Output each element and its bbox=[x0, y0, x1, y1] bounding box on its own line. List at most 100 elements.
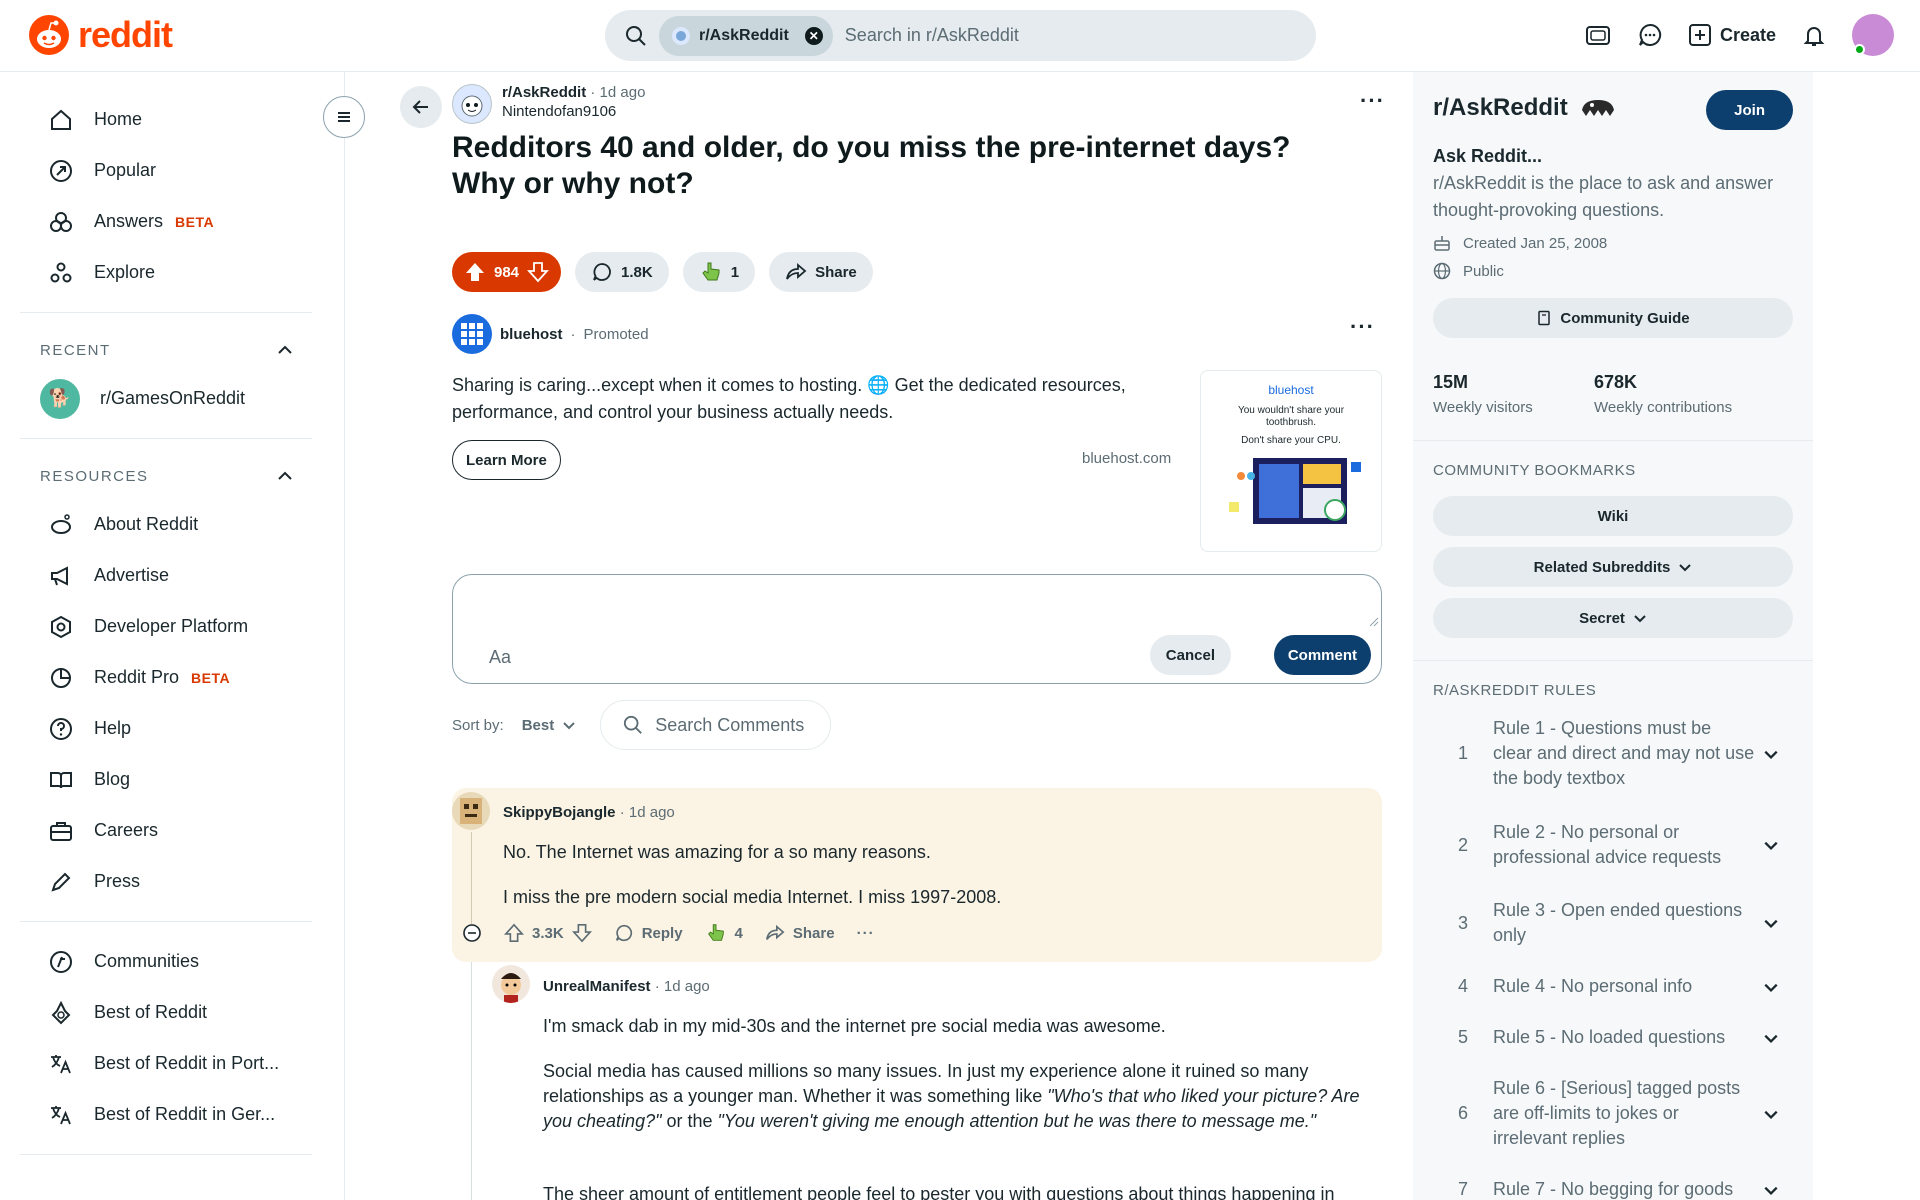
header-actions: Create bbox=[1584, 14, 1894, 56]
formatting-toggle[interactable]: Aa bbox=[489, 647, 511, 668]
comment-actions: 3.3K Reply 4 Share ··· bbox=[462, 922, 875, 944]
sidebar-item-answers[interactable]: Answers BETA bbox=[0, 196, 344, 247]
collapse-thread-icon[interactable] bbox=[462, 923, 482, 943]
subreddit-avatar[interactable] bbox=[452, 84, 492, 124]
sidebar-item-best-of-reddit[interactable]: Best of Reddit bbox=[0, 987, 344, 1038]
back-button[interactable] bbox=[400, 86, 442, 128]
chevron-down-icon bbox=[1763, 1182, 1779, 1198]
upvote-icon[interactable] bbox=[504, 923, 524, 943]
comments-button[interactable]: 1.8K bbox=[575, 252, 669, 292]
comment-award-button[interactable]: 4 bbox=[705, 922, 743, 944]
post-author[interactable]: Nintendofan9106 bbox=[502, 103, 645, 120]
rule-item[interactable]: 6 Rule 6 - [Serious] tagged posts are of… bbox=[1433, 1076, 1793, 1151]
top-header: reddit r/AskReddit ✕ Create bbox=[0, 0, 1920, 72]
comment-author[interactable]: SkippyBojangle bbox=[503, 804, 616, 821]
search-scope-chip[interactable]: r/AskReddit ✕ bbox=[659, 15, 833, 56]
rule-item[interactable]: 3 Rule 3 - Open ended questions only bbox=[1433, 898, 1793, 948]
bookmark-related-subreddits-button[interactable]: Related Subreddits bbox=[1433, 547, 1793, 587]
rule-item[interactable]: 7 Rule 7 - No begging for goods bbox=[1433, 1177, 1793, 1200]
sidebar-item-communities[interactable]: Communities bbox=[0, 936, 344, 987]
resize-handle-icon[interactable] bbox=[1369, 617, 1379, 627]
sidebar-item-gamesonreddit[interactable]: 🐕 r/GamesOnReddit bbox=[0, 373, 344, 424]
clear-scope-icon[interactable]: ✕ bbox=[804, 26, 823, 45]
share-button[interactable]: Share bbox=[769, 252, 873, 292]
section-title: RESOURCES bbox=[40, 467, 149, 485]
comment-body-p3: The sheer amount of entitlement people f… bbox=[543, 1184, 1335, 1200]
sidebar-item-about[interactable]: About Reddit bbox=[0, 499, 344, 550]
comment-submit-button[interactable]: Comment bbox=[1273, 635, 1371, 675]
search-bar[interactable]: r/AskReddit ✕ bbox=[605, 10, 1316, 61]
rule-item[interactable]: 2 Rule 2 - No personal or professional a… bbox=[1433, 820, 1793, 870]
sidebar-item-blog[interactable]: Blog bbox=[0, 754, 344, 805]
downvote-icon[interactable] bbox=[571, 923, 592, 943]
bluehost-logo-icon[interactable] bbox=[452, 314, 492, 354]
plus-icon bbox=[1688, 23, 1712, 47]
post-more-options-icon[interactable]: ··· bbox=[1360, 88, 1385, 114]
comment-author[interactable]: UnrealManifest bbox=[543, 978, 651, 995]
resources-section-header[interactable]: RESOURCES bbox=[0, 453, 344, 499]
community-name[interactable]: r/AskReddit bbox=[1433, 94, 1568, 122]
user-avatar[interactable] bbox=[1852, 14, 1894, 56]
rule-item[interactable]: 5 Rule 5 - No loaded questions bbox=[1433, 1025, 1793, 1050]
comment-composer[interactable]: Aa Cancel Comment bbox=[452, 574, 1382, 684]
join-button[interactable]: Join bbox=[1706, 90, 1793, 130]
weekly-visitors-label: Weekly visitors bbox=[1433, 399, 1533, 416]
sort-dropdown[interactable]: Best bbox=[522, 717, 577, 734]
meta-separator: · bbox=[590, 84, 596, 101]
bookmark-secret-button[interactable]: Secret bbox=[1433, 598, 1793, 638]
sidebar-item-press[interactable]: Press bbox=[0, 856, 344, 907]
beta-badge: BETA bbox=[175, 213, 215, 230]
sidebar-item-advertise[interactable]: Advertise bbox=[0, 550, 344, 601]
sidebar-item-label: Best of Reddit in Ger... bbox=[94, 1104, 276, 1124]
reddit-logo[interactable]: reddit bbox=[28, 14, 173, 56]
learn-more-button[interactable]: Learn More bbox=[452, 440, 561, 480]
sidebar-item-label: Blog bbox=[94, 769, 131, 789]
notification-bell-icon[interactable] bbox=[1800, 21, 1828, 49]
cancel-button[interactable]: Cancel bbox=[1149, 635, 1231, 675]
share-icon bbox=[765, 923, 785, 943]
comment-share-button[interactable]: Share bbox=[765, 923, 835, 943]
ad-image[interactable]: bluehost You wouldn't share your toothbr… bbox=[1200, 370, 1382, 552]
bookmark-wiki-button[interactable]: Wiki bbox=[1433, 496, 1793, 536]
sidebar-item-developer-platform[interactable]: Developer Platform bbox=[0, 601, 344, 652]
sidebar-item-careers[interactable]: Careers bbox=[0, 805, 344, 856]
comment-body-p1: I'm smack dab in my mid-30s and the inte… bbox=[543, 1016, 1166, 1036]
ad-domain[interactable]: bluehost.com bbox=[1082, 450, 1171, 467]
sidebar-item-help[interactable]: Help bbox=[0, 703, 344, 754]
commenter-avatar[interactable] bbox=[492, 965, 530, 1003]
sidebar-item-best-of-reddit-german[interactable]: Best of Reddit in Ger... bbox=[0, 1089, 344, 1140]
sidebar-item-reddit-pro[interactable]: Reddit Pro BETA bbox=[0, 652, 344, 703]
arrow-left-icon bbox=[411, 97, 431, 117]
chevron-down-icon bbox=[1763, 915, 1779, 931]
collapse-sidebar-button[interactable] bbox=[323, 96, 365, 138]
sidebar-item-label: About Reddit bbox=[94, 514, 199, 534]
recent-section-header[interactable]: RECENT bbox=[0, 327, 344, 373]
sidebar-item-best-of-reddit-portuguese[interactable]: Best of Reddit in Port... bbox=[0, 1038, 344, 1089]
ad-more-options-icon[interactable]: ··· bbox=[1350, 314, 1375, 340]
rule-item[interactable]: 1 Rule 1 - Questions must be clear and d… bbox=[1433, 716, 1793, 791]
award-button[interactable]: 1 bbox=[682, 252, 756, 292]
sidebar-item-home[interactable]: Home bbox=[0, 94, 344, 145]
created-date: Created Jan 25, 2008 bbox=[1463, 234, 1608, 252]
search-input[interactable] bbox=[844, 25, 1245, 46]
ad-advertiser[interactable]: bluehost bbox=[500, 326, 563, 343]
downvote-icon[interactable] bbox=[527, 261, 550, 283]
reply-button[interactable]: Reply bbox=[614, 923, 683, 943]
search-comments-input[interactable]: Search Comments bbox=[600, 700, 832, 750]
commenter-avatar[interactable] bbox=[452, 792, 490, 830]
ad-promoted-label: Promoted bbox=[583, 325, 649, 343]
community-guide-button[interactable]: Community Guide bbox=[1433, 298, 1793, 338]
comment-icon bbox=[614, 923, 634, 943]
comment-more-options-icon[interactable]: ··· bbox=[857, 925, 875, 942]
rule-item[interactable]: 4 Rule 4 - No personal info bbox=[1433, 974, 1793, 999]
advertise-icon[interactable] bbox=[1584, 21, 1612, 49]
rule-number: 3 bbox=[1457, 912, 1468, 933]
sidebar-item-popular[interactable]: Popular bbox=[0, 145, 344, 196]
upvote-icon[interactable] bbox=[464, 261, 486, 283]
communities-icon bbox=[48, 950, 74, 974]
create-button[interactable]: Create bbox=[1688, 23, 1776, 47]
chat-icon[interactable] bbox=[1636, 21, 1664, 49]
sidebar-item-explore[interactable]: Explore bbox=[0, 247, 344, 298]
post-subreddit-link[interactable]: r/AskReddit bbox=[502, 84, 586, 101]
sidebar-item-label: Best of Reddit in Port... bbox=[94, 1053, 280, 1073]
